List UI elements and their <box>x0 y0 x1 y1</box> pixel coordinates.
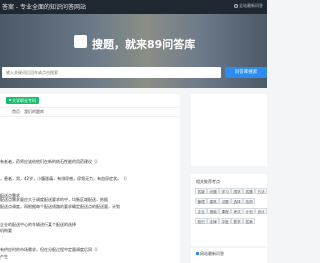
tag-item[interactable]: 答疑 <box>195 188 208 194</box>
tag-item[interactable]: 法律 <box>207 218 220 224</box>
search-button[interactable]: 问答库搜索 <box>225 67 267 78</box>
divider <box>0 116 180 117</box>
tag-item[interactable]: 方法 <box>255 188 268 194</box>
tag-item[interactable]: 计划 <box>243 208 256 214</box>
question-item[interactable]: 有老者，药师应该给他们在新的结石性能的用药建议（） <box>0 159 178 165</box>
latest-qa-link[interactable]: 全站最新问答 <box>234 3 263 9</box>
sidebar-card <box>191 94 267 166</box>
question-item[interactable]: ，患者，男，42岁，小腹胀痛，有排尿感，尿频无力，有血尿症状。（） <box>0 176 178 182</box>
tag-item[interactable]: 国学 <box>231 188 244 194</box>
tag-item[interactable]: 指南 <box>207 208 220 214</box>
tag-item[interactable]: 中医 <box>219 218 232 224</box>
site-name[interactable]: 答案 - 专业全面的知识问答网站 <box>2 2 86 11</box>
hero-banner: 搜题，就来89问答库 问答库搜索 <box>0 14 267 88</box>
question-item[interactable]: 有供应时的市场需求，但在分配过程中定量调度后同（） <box>0 247 178 253</box>
tag-item[interactable]: 数学 <box>231 218 244 224</box>
tag-item[interactable]: 选择 <box>231 198 244 204</box>
question-item[interactable]: 产生 <box>0 254 178 260</box>
tag-item[interactable]: 企业 <box>195 208 208 214</box>
question-list-card: 大学职业专科 首页 我们的题库 有老者，药师应该给他们在新的结石性能的用药建议（… <box>0 94 180 263</box>
tag-item[interactable]: 答题 <box>243 188 256 194</box>
site-logo-icon <box>74 35 87 48</box>
hero-title: 搜题，就来89问答库 <box>92 38 196 51</box>
tag-item[interactable]: 建筑 <box>207 198 220 204</box>
tag-item[interactable]: 答案 <box>243 218 256 224</box>
latest-qa-label: 全站最新问答 <box>239 3 263 8</box>
latest-qa-card: 网站最新问答 <box>191 248 267 263</box>
clock-icon <box>234 3 238 8</box>
tab-question-bank[interactable]: 我们的题库 <box>24 109 44 115</box>
tag-item[interactable]: 管理 <box>195 198 208 204</box>
tag-item[interactable]: 检测 <box>243 198 256 204</box>
question-item[interactable]: 配送点需求量应大于调度配送要求的中，均衡区域配送，依据 <box>0 197 178 203</box>
tag-item[interactable]: 课程 <box>219 208 232 214</box>
question-item[interactable]: 配送点调度，再根据每个配送线路的要求确定配送点的配送量，计划 <box>0 204 178 210</box>
question-item[interactable]: 机构要 <box>0 228 178 234</box>
tag-cloud-title: 相关推荐考点 <box>196 179 220 184</box>
category-badge-label: 大学职业专科 <box>12 98 36 103</box>
list-icon <box>196 251 199 255</box>
tag-item[interactable]: 考试 <box>231 208 244 214</box>
dot-icon <box>9 99 11 102</box>
tag-item[interactable]: 试题 <box>219 198 232 204</box>
tag-item[interactable]: 设计 <box>255 208 268 214</box>
tag-item[interactable]: 问题 <box>207 188 220 194</box>
category-badge[interactable]: 大学职业专科 <box>6 97 39 104</box>
latest-qa-title: 网站最新问答 <box>196 251 224 257</box>
tag-item[interactable]: 知识 <box>195 218 208 224</box>
tag-cloud-card: 相关推荐考点 答疑 问题 学习 国学 答题 方法 管理 建筑 试题 选择 检测 … <box>191 174 268 246</box>
latest-qa-title-label: 网站最新问答 <box>200 251 224 256</box>
top-nav-bar: 答案 - 专业全面的知识问答网站 全站最新问答 <box>0 0 267 14</box>
tab-home[interactable]: 首页 <box>12 109 20 115</box>
tag-item[interactable]: 学习 <box>219 188 232 194</box>
search-input[interactable] <box>2 67 221 78</box>
divider <box>0 107 180 108</box>
